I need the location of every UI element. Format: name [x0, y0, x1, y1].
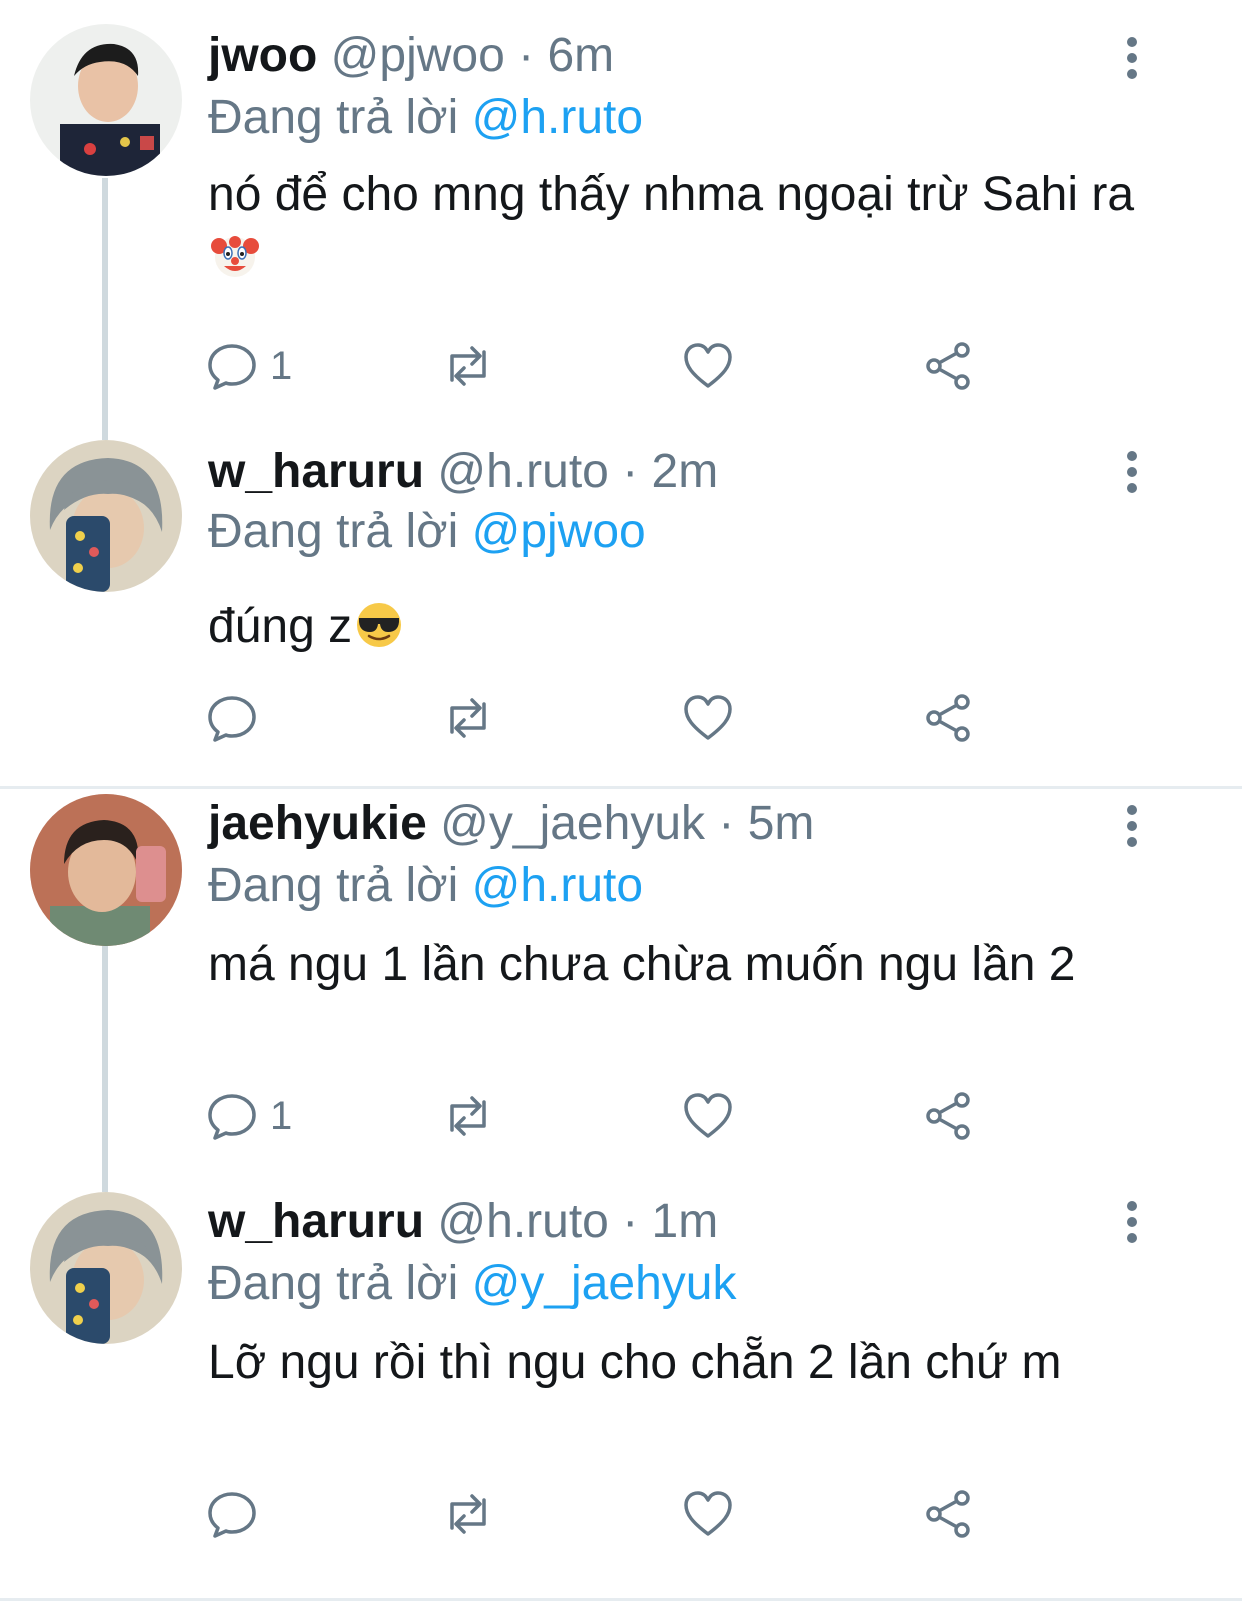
separator: · [718, 797, 735, 850]
replying-to-label: Đang trả lời [208, 505, 459, 558]
avatar[interactable] [30, 440, 182, 592]
mention-link[interactable]: @h.ruto [472, 859, 643, 912]
more-vertical-icon[interactable] [1118, 450, 1146, 494]
heart-icon [684, 1093, 732, 1138]
more-vertical-icon[interactable] [1118, 36, 1146, 80]
thread-line [102, 178, 108, 440]
tweet-actions [206, 690, 1006, 746]
reply-icon [208, 696, 256, 742]
share-icon [926, 1092, 970, 1140]
reply-button[interactable]: 1 [206, 1088, 292, 1144]
handle[interactable]: @y_jaehyuk [440, 797, 705, 850]
share-icon [926, 694, 970, 742]
replying-to: Đang trả lời @h.ruto [208, 856, 643, 916]
replying-to-label: Đang trả lời [208, 1257, 459, 1310]
retweet-button[interactable] [442, 1088, 494, 1144]
tweet-actions: 1 [206, 1088, 1006, 1144]
tweet-body: nó để cho mng thấy nhma ngoại trừ Sahi r… [208, 168, 1135, 221]
reply-icon [208, 1094, 256, 1140]
tweet-body: má ngu 1 lần chưa chừa muốn ngu lần 2 [208, 938, 1076, 991]
retweet-icon [450, 698, 486, 738]
display-name[interactable]: w_haruru [208, 1195, 424, 1248]
like-button[interactable] [682, 690, 734, 746]
separator: · [518, 29, 535, 82]
replying-to-label: Đang trả lời [208, 859, 459, 912]
tweet-header: jwoo @pjwoo · 6m [208, 26, 614, 86]
thread-divider [0, 786, 1242, 789]
avatar[interactable] [30, 794, 182, 946]
heart-icon [684, 1491, 732, 1536]
like-button[interactable] [682, 338, 734, 394]
separator: · [622, 1195, 639, 1248]
reply-count: 1 [270, 343, 293, 388]
timestamp[interactable]: 6m [547, 29, 614, 82]
reply-button[interactable] [206, 1486, 270, 1542]
reply-button[interactable] [206, 690, 270, 746]
heart-icon [684, 695, 732, 740]
timestamp[interactable]: 5m [748, 797, 815, 850]
sunglasses-face-emoji [357, 603, 402, 647]
avatar[interactable] [30, 24, 182, 176]
timestamp[interactable]: 2m [652, 445, 719, 498]
retweet-icon [450, 346, 486, 386]
tweet-header: jaehyukie @y_jaehyuk · 5m [208, 794, 814, 854]
mention-link[interactable]: @h.ruto [472, 91, 643, 144]
like-button[interactable] [682, 1088, 734, 1144]
share-button[interactable] [922, 338, 974, 394]
reply-icon [208, 1492, 256, 1538]
replying-to: Đang trả lời @h.ruto [208, 88, 643, 148]
display-name[interactable]: jaehyukie [208, 797, 427, 850]
tweet-actions: 1 [206, 338, 1006, 394]
share-button[interactable] [922, 690, 974, 746]
reply-button[interactable]: 1 [206, 338, 292, 394]
tweet-text: má ngu 1 lần chưa chừa muốn ngu lần 2 [208, 934, 1168, 996]
replying-to: Đang trả lời @pjwoo [208, 502, 646, 562]
tweet-header: w_haruru @h.ruto · 1m [208, 1192, 718, 1252]
display-name[interactable]: w_haruru [208, 445, 424, 498]
share-icon [926, 1490, 970, 1538]
heart-icon [684, 343, 732, 388]
tweet-actions [206, 1486, 1006, 1542]
share-icon [926, 342, 970, 390]
mention-link[interactable]: @y_jaehyuk [472, 1257, 737, 1310]
reply-count: 1 [270, 1093, 293, 1138]
retweet-button[interactable] [442, 338, 494, 394]
mention-link[interactable]: @pjwoo [472, 505, 646, 558]
tweet-header: w_haruru @h.ruto · 2m [208, 442, 718, 502]
more-vertical-icon[interactable] [1118, 804, 1146, 848]
replying-to-label: Đang trả lời [208, 91, 459, 144]
separator: · [622, 445, 639, 498]
more-vertical-icon[interactable] [1118, 1200, 1146, 1244]
tweet-body: đúng z [208, 600, 353, 653]
share-button[interactable] [922, 1088, 974, 1144]
handle[interactable]: @pjwoo [331, 29, 505, 82]
tweet-text: nó để cho mng thấy nhma ngoại trừ Sahi r… [208, 164, 1168, 288]
like-button[interactable] [682, 1486, 734, 1542]
display-name[interactable]: jwoo [208, 29, 317, 82]
clown-face-emoji [211, 236, 259, 277]
tweet-body: Lỡ ngu rồi thì ngu cho chẵn 2 lần chứ m [208, 1336, 1062, 1389]
retweet-icon [450, 1494, 486, 1534]
tweet-text: đúng z [208, 596, 1168, 658]
share-button[interactable] [922, 1486, 974, 1542]
thread-line [102, 946, 108, 1192]
thread-divider [0, 1598, 1242, 1601]
replying-to: Đang trả lời @y_jaehyuk [208, 1254, 736, 1314]
retweet-button[interactable] [442, 690, 494, 746]
retweet-button[interactable] [442, 1486, 494, 1542]
retweet-icon [450, 1096, 486, 1136]
handle[interactable]: @h.ruto [437, 445, 608, 498]
tweet-text: Lỡ ngu rồi thì ngu cho chẵn 2 lần chứ m [208, 1332, 1168, 1394]
reply-icon [208, 344, 256, 390]
avatar[interactable] [30, 1192, 182, 1344]
timestamp[interactable]: 1m [652, 1195, 719, 1248]
handle[interactable]: @h.ruto [437, 1195, 608, 1248]
